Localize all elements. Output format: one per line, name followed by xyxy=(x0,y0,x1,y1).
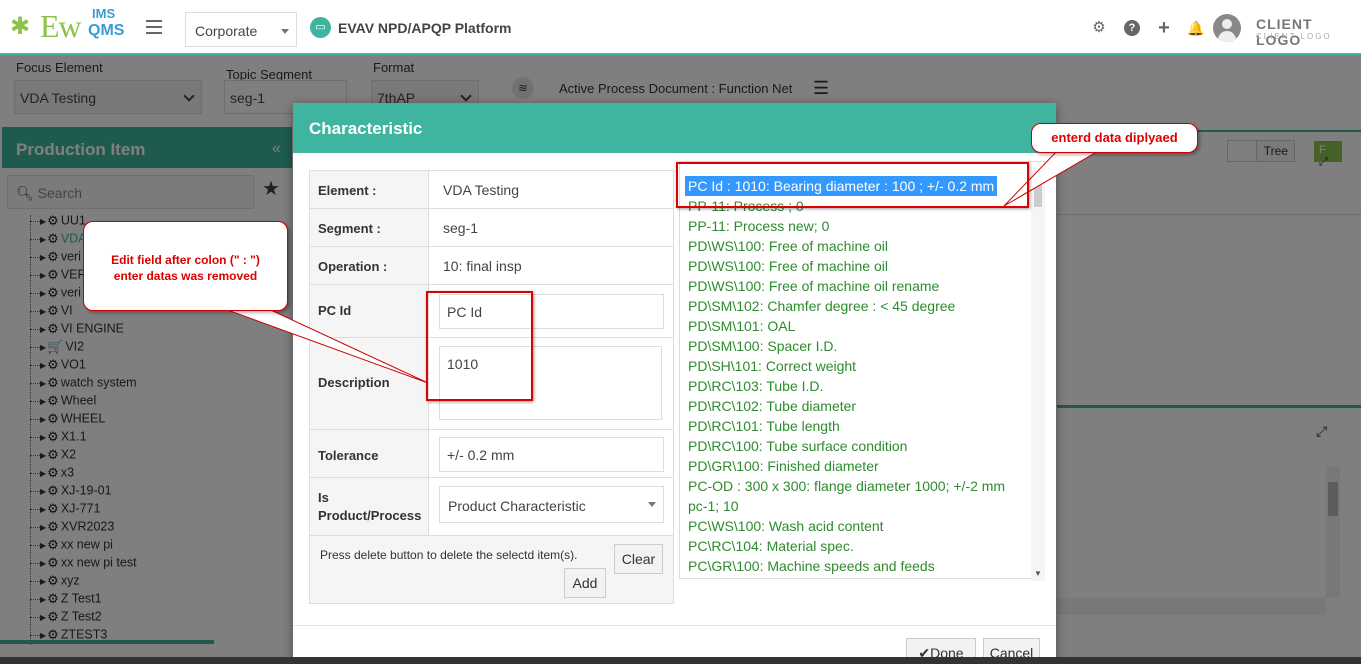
data-displayed-callout: enterd data diplyaed xyxy=(1031,123,1198,153)
edit-field-callout: Edit field after colon (" : ") enter dat… xyxy=(83,221,288,311)
left-callout-tail xyxy=(199,299,429,384)
bottom-bar xyxy=(0,657,1361,664)
callout-pointers xyxy=(199,147,1102,384)
left-callout-line1: Edit field after colon (" : ") xyxy=(111,253,260,267)
description-highlight xyxy=(426,291,533,401)
selected-item-highlight xyxy=(676,162,1029,208)
left-callout-line2: enter datas was removed xyxy=(113,269,258,283)
